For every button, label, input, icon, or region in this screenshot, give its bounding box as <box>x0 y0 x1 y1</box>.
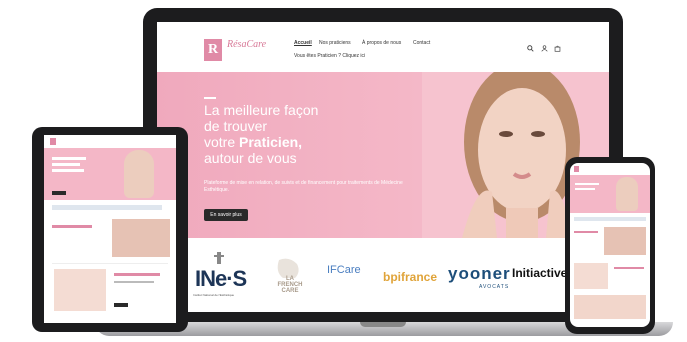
tablet-partners <box>52 205 162 210</box>
tablet-card-title <box>114 273 160 276</box>
tablet-section-title <box>52 225 92 228</box>
phone-hero-text <box>575 188 595 190</box>
search-icon[interactable] <box>527 45 534 54</box>
phone-card-image <box>574 263 608 289</box>
tablet-hero-text <box>52 169 84 172</box>
cart-icon[interactable] <box>554 45 561 54</box>
hero-title-line-2: de trouver <box>204 118 268 134</box>
nav-item-a-propos[interactable]: À propos de nous <box>362 40 401 46</box>
partner-bpifrance-logo: bpifrance <box>383 270 438 284</box>
tablet-hero-text <box>52 163 80 166</box>
phone-partners <box>574 217 646 221</box>
phone-faces-image <box>604 227 646 255</box>
nav-item-accueil[interactable]: Accueil <box>294 40 312 46</box>
nav-item-contact[interactable]: Contact <box>413 40 430 46</box>
partner-yooner-subtitle: AVOCATS <box>479 284 510 290</box>
partner-initiactive-logo: Initiactive <box>512 266 568 280</box>
tablet-nav <box>44 135 176 147</box>
hero-title-line-3: votre Praticien, <box>204 134 394 150</box>
top-nav: R RésaCare Accueil Nos praticiens À prop… <box>157 22 609 70</box>
partner-yooner-logo: yooner <box>448 264 511 283</box>
hero-title-line-4: autour de vous <box>204 150 297 166</box>
laptop-screen: R RésaCare Accueil Nos praticiens À prop… <box>157 22 609 312</box>
phone-hero-face <box>616 177 638 211</box>
phone-section-title <box>574 231 598 233</box>
partner-ifcare-logo: IFCare <box>327 264 361 276</box>
partner-french-care-logo: LA FRENCH CARE <box>277 276 303 294</box>
phone-bottom-image <box>574 295 646 319</box>
laptop-notch <box>360 322 406 327</box>
phone-hero-text <box>575 183 599 185</box>
brand-logo-icon[interactable]: R <box>204 39 222 61</box>
phone-logo-icon <box>574 166 579 172</box>
hero-title-praticien: Praticien, <box>239 134 303 150</box>
tablet-hero-face <box>124 150 154 198</box>
tablet-hero-button <box>52 191 66 195</box>
learn-more-button[interactable]: En savoir plus <box>204 209 248 221</box>
tablet-card-text <box>114 281 154 283</box>
phone-card-title <box>614 267 644 269</box>
tablet-logo-icon <box>50 138 56 145</box>
partner-ines-subtitle: Institut National de l'Esthétique <box>193 293 235 297</box>
ines-emblem-icon <box>214 252 224 264</box>
hero-title-votre: votre <box>204 134 240 150</box>
tablet-card-image <box>54 269 106 311</box>
hero-title: La meilleure façon de trouver votre Prat… <box>204 102 394 166</box>
user-icon[interactable] <box>541 45 548 54</box>
phone-hero <box>570 175 650 213</box>
tablet-faces-image <box>112 219 170 257</box>
hero-description: Plateforme de mise en relation, de suivi… <box>204 180 403 193</box>
nav-item-praticiens[interactable]: Nos praticiens <box>319 40 351 46</box>
brand-name[interactable]: RésaCare <box>227 39 266 50</box>
tablet-screen <box>44 135 176 323</box>
hero-title-line-1: La meilleure façon <box>204 102 319 118</box>
hero-accent-line <box>204 97 216 99</box>
tablet-hero-text <box>52 157 86 160</box>
phone-screen <box>570 163 650 327</box>
partners-strip: INe·S Institut National de l'Esthétique … <box>157 238 609 312</box>
tablet-divider <box>52 263 168 264</box>
tablet-card-button <box>114 303 128 307</box>
hero-banner: La meilleure façon de trouver votre Prat… <box>157 72 609 238</box>
partner-ines-logo: INe·S <box>195 266 247 291</box>
nav-praticien-link[interactable]: Vous êtes Praticien ? Cliquez ici <box>294 53 365 59</box>
